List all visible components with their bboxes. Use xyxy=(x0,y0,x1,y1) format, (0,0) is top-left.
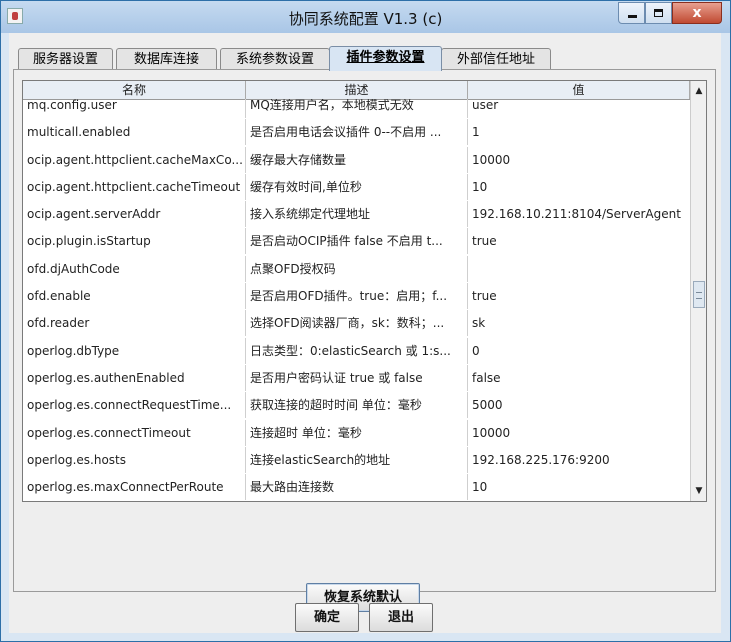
title-bar[interactable]: 协同系统配置 V1.3 (c) x xyxy=(1,1,730,33)
close-button[interactable]: x xyxy=(672,2,722,24)
tab-plugin-params[interactable]: 插件参数设置 xyxy=(329,46,442,71)
ok-button[interactable]: 确定 xyxy=(295,603,359,632)
cell-description[interactable]: 获取连接的超时时间 单位：毫秒 xyxy=(246,392,468,419)
cell-name[interactable]: operlog.es.authenEnabled xyxy=(23,364,246,391)
cell-value[interactable]: 5000 xyxy=(468,392,690,418)
cell-description[interactable]: 选择OFD阅读器厂商，sk：数科；... xyxy=(246,310,468,337)
cell-value[interactable]: 10000 xyxy=(468,147,690,173)
cell-name[interactable]: operlog.es.connectTimeout xyxy=(23,419,246,446)
cell-value[interactable]: user xyxy=(468,99,690,118)
tab-database-connection[interactable]: 数据库连接 xyxy=(116,48,217,70)
cell-description[interactable]: 点聚OFD授权码 xyxy=(246,255,468,282)
tab-label: 数据库连接 xyxy=(133,52,199,67)
cell-name[interactable]: ofd.enable xyxy=(23,283,246,310)
cell-value[interactable]: 10 xyxy=(468,474,690,500)
cell-value[interactable]: 10000 xyxy=(468,420,690,446)
tab-system-params[interactable]: 系统参数设置 xyxy=(220,48,330,70)
cell-description[interactable]: MQ连接用户名，本地模式无效 xyxy=(246,99,468,118)
tab-label: 插件参数设置 xyxy=(346,50,425,65)
cell-description[interactable]: 是否启用OFD插件。true：启用；f... xyxy=(246,283,468,310)
cell-value[interactable]: 0 xyxy=(468,338,690,364)
cell-value[interactable]: false xyxy=(468,365,690,391)
minimize-button[interactable] xyxy=(618,2,645,24)
cell-name[interactable]: ocip.plugin.isStartup xyxy=(23,228,246,255)
cell-name[interactable]: ofd.reader xyxy=(23,310,246,337)
cell-description[interactable]: 连接elasticSearch的地址 xyxy=(246,446,468,473)
cell-name[interactable]: operlog.es.connectRequestTime... xyxy=(23,392,246,419)
cell-description[interactable]: 日志类型：0:elasticSearch 或 1:s... xyxy=(246,337,468,364)
tab-label: 系统参数设置 xyxy=(235,52,314,67)
cell-description[interactable]: 缓存最大存储数量 xyxy=(246,146,468,173)
column-header-name[interactable]: 名称 xyxy=(23,81,246,99)
content-area: 服务器设置 数据库连接 系统参数设置 插件参数设置 外部信任地址 名称 描述 值… xyxy=(9,33,721,633)
maximize-button[interactable] xyxy=(645,2,672,24)
cell-name[interactable]: ocip.agent.httpclient.cacheMaxCo... xyxy=(23,146,246,173)
table-header: 名称 描述 值 xyxy=(23,81,706,100)
cell-value[interactable]: true xyxy=(468,283,690,309)
cell-name[interactable]: ofd.djAuthCode xyxy=(23,255,246,282)
tab-label: 外部信任地址 xyxy=(456,52,535,67)
cell-value[interactable] xyxy=(468,256,690,282)
column-header-description[interactable]: 描述 xyxy=(246,81,468,99)
plugin-params-panel: 名称 描述 值 mq.config.user MQ连接用户名，本地模式无效 user… xyxy=(13,69,716,612)
table-body: mq.config.user MQ连接用户名，本地模式无效 user multical… xyxy=(23,99,690,501)
cell-description[interactable]: 连接超时 单位：毫秒 xyxy=(246,419,468,446)
cell-name[interactable]: multicall.enabled xyxy=(23,119,246,146)
cell-description[interactable]: 是否启用电话会议插件 0--不启用 ... xyxy=(246,119,468,146)
tab-server-settings[interactable]: 服务器设置 xyxy=(18,48,113,70)
cell-name[interactable]: operlog.dbType xyxy=(23,337,246,364)
close-icon: x xyxy=(692,5,702,21)
cell-name[interactable]: operlog.es.maxConnectPerRoute xyxy=(23,474,246,501)
tab-external-trust-address[interactable]: 外部信任地址 xyxy=(441,48,551,70)
cell-value[interactable]: 192.168.225.176:9200 xyxy=(468,447,690,473)
cell-description[interactable]: 是否用户密码认证 true 或 false xyxy=(246,364,468,391)
cell-name[interactable]: operlog.es.hosts xyxy=(23,446,246,473)
scrollbar-thumb[interactable] xyxy=(693,281,705,308)
exit-button[interactable]: 退出 xyxy=(369,603,433,632)
cell-description[interactable]: 缓存有效时间,单位秒 xyxy=(246,173,468,200)
cell-description[interactable]: 是否启动OCIP插件 false 不启用 t... xyxy=(246,228,468,255)
cell-value[interactable]: true xyxy=(468,228,690,254)
cell-name[interactable]: ocip.agent.serverAddr xyxy=(23,201,246,228)
cell-value[interactable]: sk xyxy=(468,310,690,336)
scroll-down-icon[interactable]: ▼ xyxy=(691,483,706,499)
scroll-up-icon[interactable]: ▲ xyxy=(691,83,706,99)
cell-description[interactable]: 接入系统绑定代理地址 xyxy=(246,201,468,228)
cell-name[interactable]: ocip.agent.httpclient.cacheTimeout xyxy=(23,173,246,200)
vertical-scrollbar[interactable]: ▲ ▼ xyxy=(690,81,706,501)
column-header-value[interactable]: 值 xyxy=(468,81,690,99)
cell-value[interactable]: 10 xyxy=(468,174,690,200)
cell-value[interactable]: 1 xyxy=(468,119,690,145)
cell-description[interactable]: 最大路由连接数 xyxy=(246,474,468,501)
params-table: 名称 描述 值 mq.config.user MQ连接用户名，本地模式无效 user… xyxy=(22,80,707,502)
tab-label: 服务器设置 xyxy=(32,52,98,67)
cell-name[interactable]: mq.config.user xyxy=(23,99,246,118)
config-window: 协同系统配置 V1.3 (c) x 服务器设置 数据库连接 系统参数设置 插件参… xyxy=(0,0,731,642)
cell-value[interactable]: 192.168.10.211:8104/ServerAgent xyxy=(468,201,690,227)
